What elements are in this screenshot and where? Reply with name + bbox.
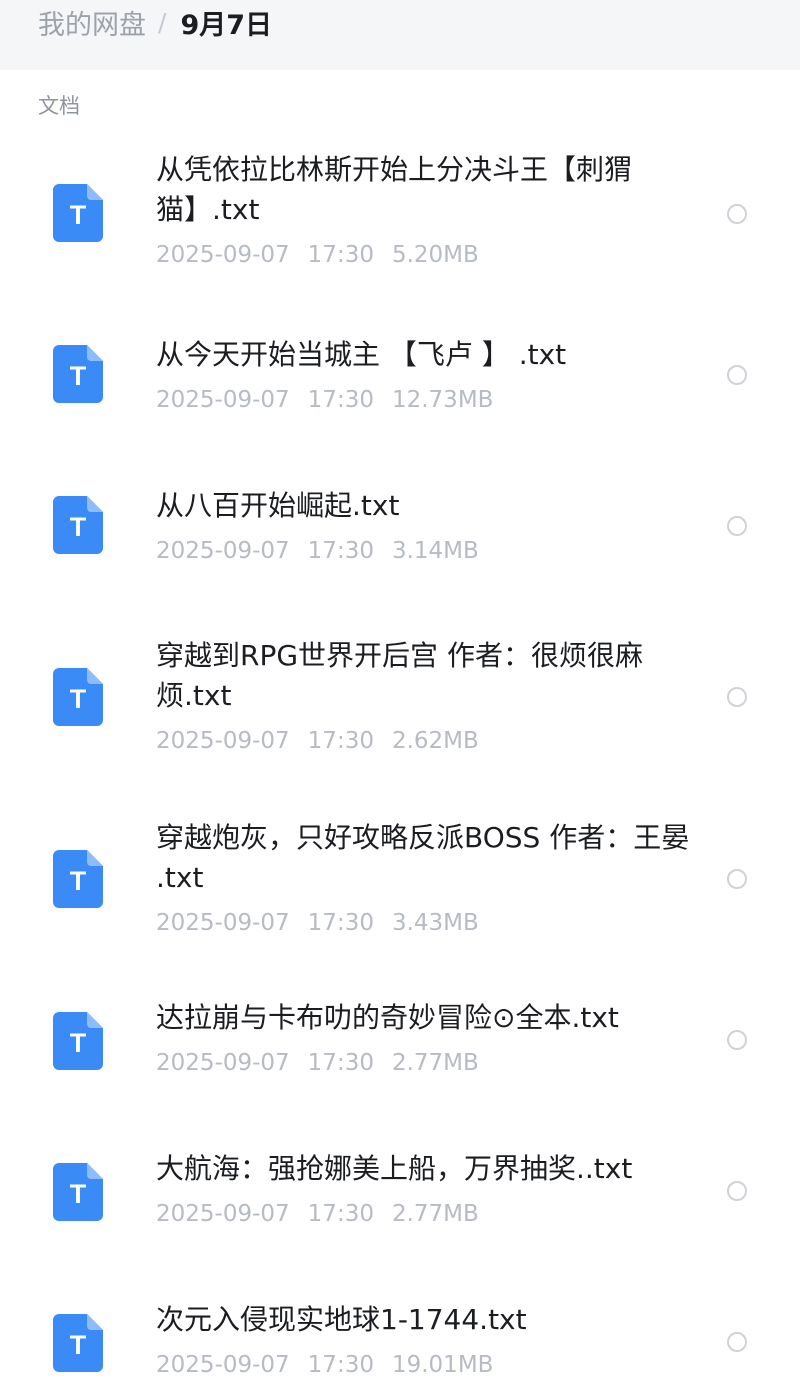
file-meta: 2025-09-07 17:30 3.43MB (156, 910, 696, 936)
breadcrumb-root-link[interactable]: 我的网盘 (38, 3, 146, 42)
file-date: 2025-09-07 (156, 910, 290, 936)
file-date: 2025-09-07 (156, 1352, 290, 1378)
svg-text:T: T (70, 1330, 87, 1360)
select-radio[interactable] (727, 869, 747, 889)
file-time: 17:30 (307, 242, 374, 268)
select-radio[interactable] (727, 204, 747, 224)
breadcrumb-current: 9月7日 (180, 9, 273, 41)
select-radio[interactable] (727, 516, 747, 536)
svg-text:T: T (70, 512, 87, 542)
breadcrumb: 我的网盘 / 9月7日 (38, 0, 272, 44)
file-list: T 从凭依拉比林斯开始上分决斗王【刺猬猫】.txt 2025-09-07 17:3… (0, 130, 800, 1389)
file-date: 2025-09-07 (156, 242, 290, 268)
section-label: 文档 (38, 94, 80, 118)
file-name: 从八百开始崛起.txt (156, 489, 400, 522)
text-file-icon: T (53, 496, 103, 554)
svg-text:T: T (70, 1179, 87, 1209)
file-time: 17:30 (307, 910, 374, 936)
file-time: 17:30 (307, 538, 374, 564)
file-size: 2.62MB (391, 728, 479, 754)
select-radio[interactable] (727, 687, 747, 707)
file-date: 2025-09-07 (156, 1201, 290, 1227)
file-date: 2025-09-07 (156, 538, 290, 564)
file-time: 17:30 (307, 387, 374, 413)
file-name: 从今天开始当城主 【飞卢 】 .txt (156, 338, 567, 371)
file-meta: 2025-09-07 17:30 5.20MB (156, 242, 696, 268)
file-date: 2025-09-07 (156, 728, 290, 754)
file-time: 17:30 (307, 728, 374, 754)
file-date: 2025-09-07 (156, 1050, 290, 1076)
file-time: 17:30 (307, 1050, 374, 1076)
file-meta: 2025-09-07 17:30 19.01MB (156, 1352, 696, 1378)
file-meta: 2025-09-07 17:30 2.62MB (156, 728, 696, 754)
text-file-icon: T (53, 1314, 103, 1372)
file-name: 大航海：强抢娜美上船，万界抽奖..txt (156, 1152, 633, 1185)
file-name: 穿越炮灰，只好攻略反派BOSS 作者：王晏 .txt (156, 821, 690, 894)
file-name: 次元入侵现实地球1-1744.txt (156, 1303, 527, 1336)
file-size: 2.77MB (391, 1201, 479, 1227)
file-meta: 2025-09-07 17:30 2.77MB (156, 1050, 696, 1076)
file-size: 3.43MB (391, 910, 479, 936)
select-radio[interactable] (727, 1030, 747, 1050)
text-file-icon: T (53, 345, 103, 403)
svg-text:T: T (70, 684, 87, 714)
file-time: 17:30 (307, 1352, 374, 1378)
file-time: 17:30 (307, 1201, 374, 1227)
select-radio[interactable] (727, 1332, 747, 1352)
file-name: 从凭依拉比林斯开始上分决斗王【刺猬猫】.txt (156, 153, 633, 226)
file-meta: 2025-09-07 17:30 12.73MB (156, 387, 696, 413)
select-radio[interactable] (727, 365, 747, 385)
svg-text:T: T (70, 361, 87, 391)
top-bar: 我的网盘 / 9月7日 (0, 0, 800, 70)
file-size: 2.77MB (391, 1050, 479, 1076)
file-name: 穿越到RPG世界开后宫 作者：很烦很麻烦.txt (156, 639, 643, 712)
text-file-icon: T (53, 850, 103, 908)
text-file-icon: T (53, 184, 103, 242)
svg-text:T: T (70, 866, 87, 896)
svg-text:T: T (70, 200, 87, 230)
select-radio[interactable] (727, 1181, 747, 1201)
text-file-icon: T (53, 668, 103, 726)
file-name: 达拉崩与卡布叻的奇妙冒险⊙全本.txt (156, 1001, 619, 1034)
file-meta: 2025-09-07 17:30 3.14MB (156, 538, 696, 564)
breadcrumb-separator: / (158, 7, 167, 37)
file-size: 5.20MB (391, 242, 479, 268)
text-file-icon: T (53, 1012, 103, 1070)
file-size: 12.73MB (391, 387, 494, 413)
file-meta: 2025-09-07 17:30 2.77MB (156, 1201, 696, 1227)
text-file-icon: T (53, 1163, 103, 1221)
file-size: 3.14MB (391, 538, 479, 564)
svg-text:T: T (70, 1028, 87, 1058)
file-size: 19.01MB (391, 1352, 494, 1378)
file-date: 2025-09-07 (156, 387, 290, 413)
